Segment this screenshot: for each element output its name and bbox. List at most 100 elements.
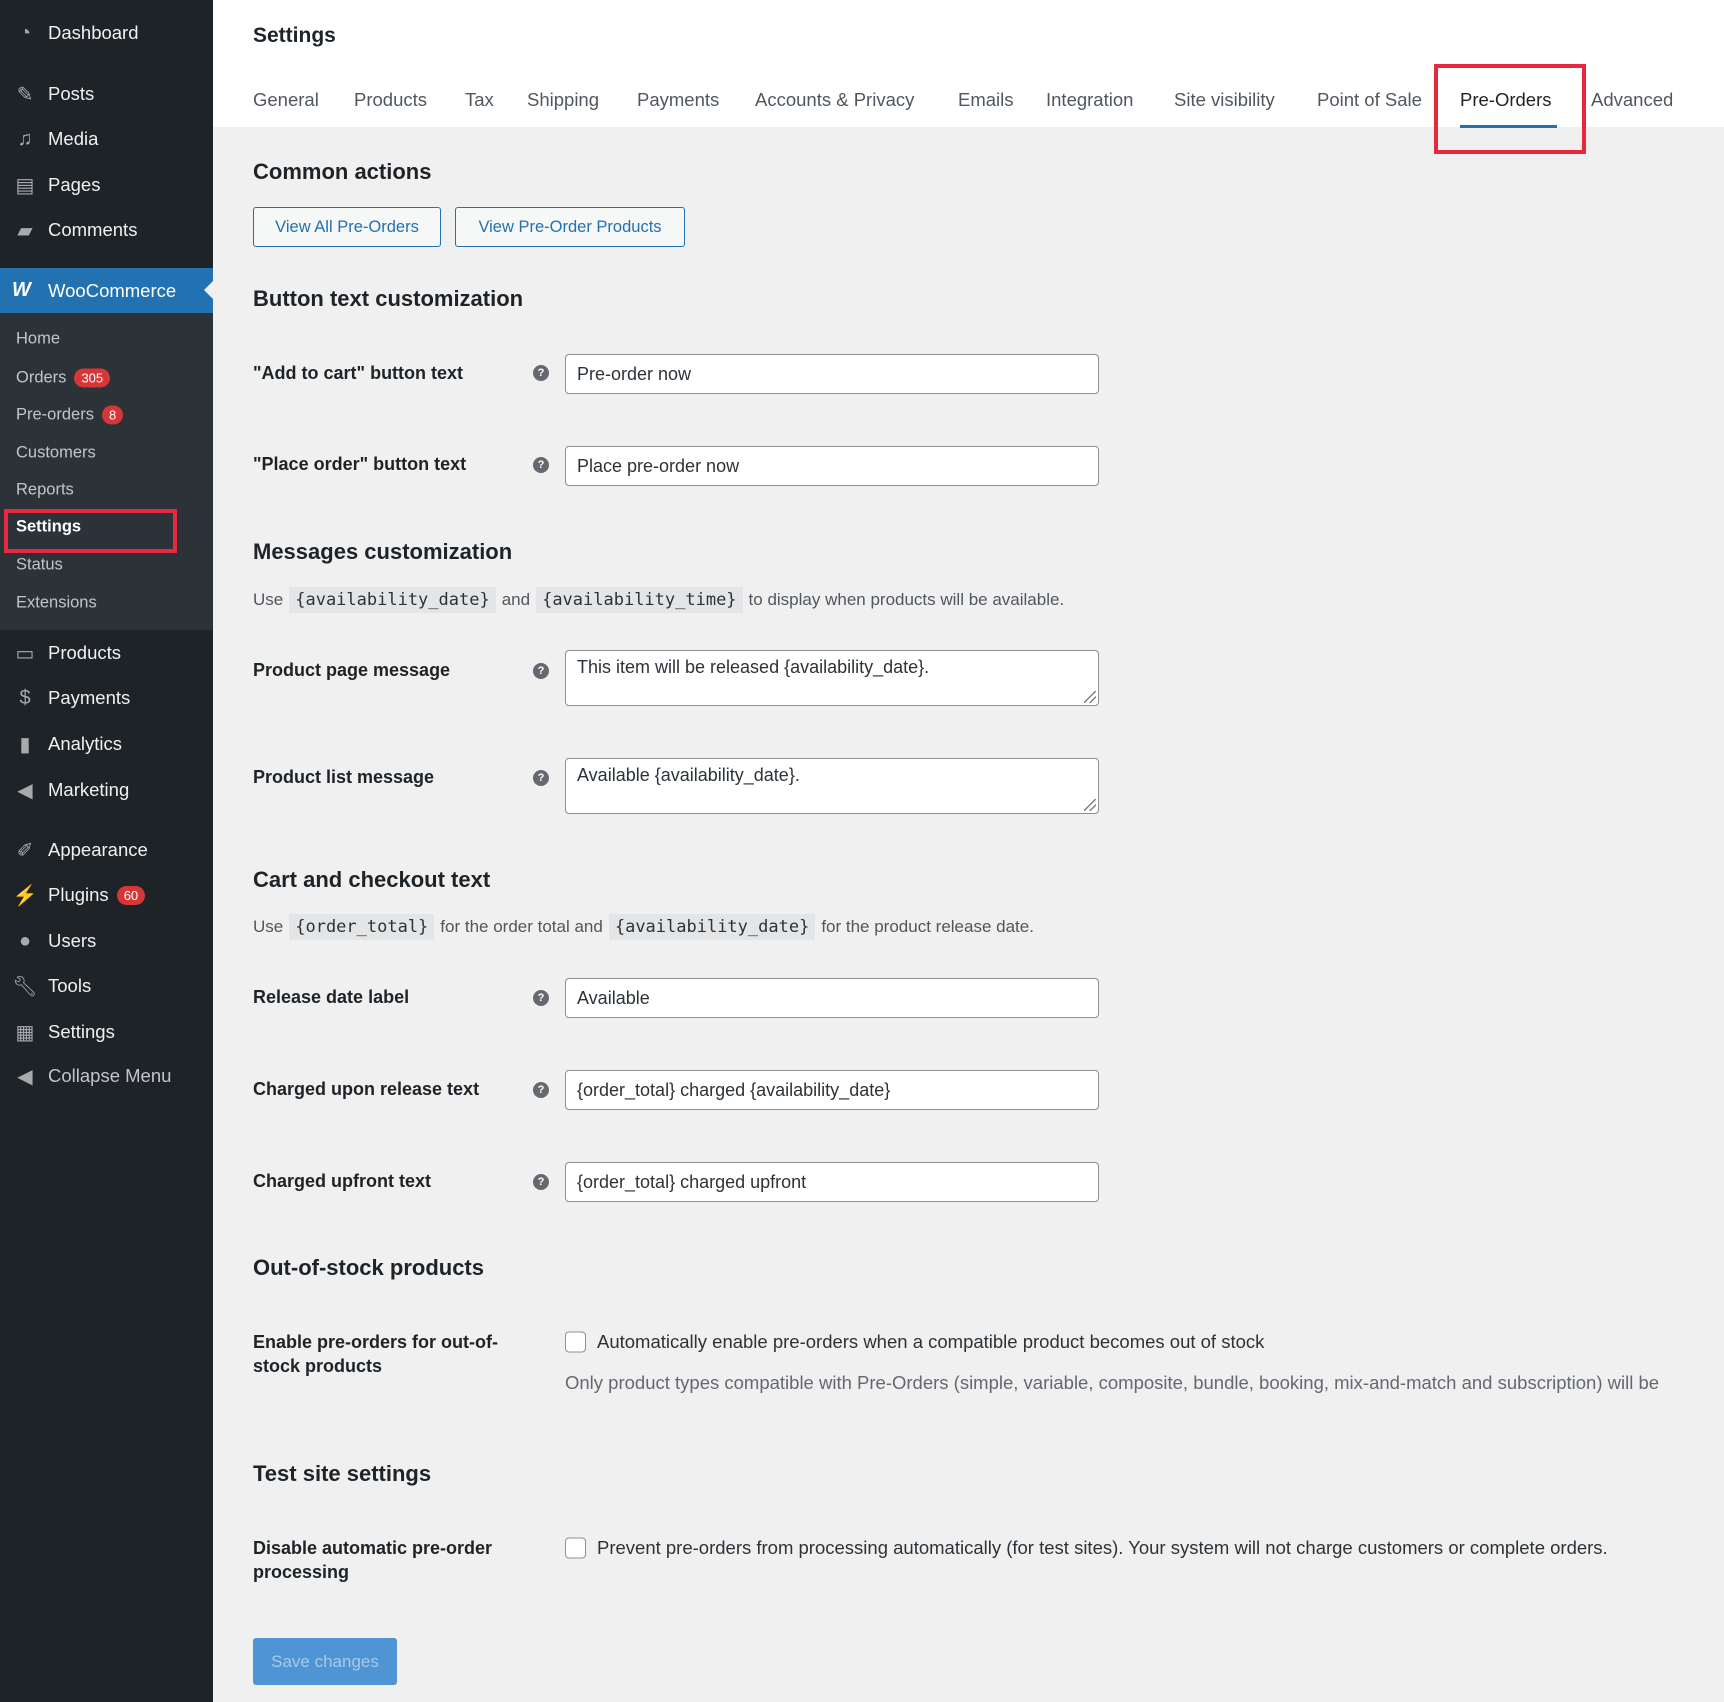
help-icon[interactable]: ? [533,365,549,381]
menu-tools[interactable]: 🔧︎ Tools [0,966,213,1006]
tab-advanced[interactable]: Advanced [1591,89,1673,111]
megaphone-icon: ◀ [17,779,33,802]
menu-posts[interactable]: ✎ Posts [0,74,213,114]
release-date-label: Release date label [253,987,410,1007]
menu-users[interactable]: ● Users [0,921,213,961]
help-icon[interactable]: ? [533,1082,549,1098]
label-line: Disable automatic pre-order [253,1538,493,1558]
submenu-label: Status [16,555,63,574]
plugin-icon: ⚡ [12,884,38,907]
tab-accounts-privacy[interactable]: Accounts & Privacy [755,89,914,111]
submenu-orders[interactable]: Orders 305 [16,368,111,388]
tab-shipping[interactable]: Shipping [527,89,599,111]
submenu-customers[interactable]: Customers [16,444,96,463]
menu-pages[interactable]: ▤ Pages [0,165,213,205]
charged-upon-release-input[interactable]: {order_total} charged {availability_date… [565,1070,1099,1110]
enable-out-of-stock-label: Enable pre-orders for out-of-stock produ… [253,1330,498,1378]
submenu-pre-orders[interactable]: Pre-orders 8 [16,405,124,425]
menu-label: Tools [48,975,92,996]
menu-label: Payments [48,687,131,708]
view-pre-order-products-button[interactable]: View Pre-Order Products [455,207,685,247]
submenu-status[interactable]: Status [16,556,63,575]
menu-appearance[interactable]: ✐ Appearance [0,830,213,870]
tab-site-visibility[interactable]: Site visibility [1174,89,1275,111]
place-order-text-input[interactable]: Place pre-order now [565,446,1099,486]
highlight-box [4,509,177,553]
tab-point-of-sale[interactable]: Point of Sale [1317,89,1422,111]
submenu-extensions[interactable]: Extensions [16,594,97,613]
submenu-label: Customers [16,443,96,462]
count-badge: 60 [116,885,146,905]
place-order-label: "Place order" button text [253,454,467,474]
help-icon[interactable]: ? [533,663,549,679]
label-line: Enable pre-orders for out-of- [253,1332,499,1352]
release-date-label-input[interactable]: Available [565,978,1099,1018]
tab-emails[interactable]: Emails [958,89,1014,111]
menu-dashboard[interactable]: ◔ Dashboard [0,13,213,53]
count-badge: 305 [74,368,111,388]
help-icon[interactable]: ? [533,770,549,786]
tab-payments[interactable]: Payments [637,89,719,111]
product-page-message-textarea[interactable]: This item will be released {availability… [565,650,1099,706]
tab-tax[interactable]: Tax [465,89,494,111]
submenu-label: Reports [16,480,74,499]
collapse-icon: ◀ [17,1065,33,1088]
charged-upon-release-label: Charged upon release text [253,1079,480,1099]
tab-products[interactable]: Products [354,89,427,111]
settings-icon: ▦ [15,1021,35,1044]
count-badge: 8 [101,405,124,425]
woocommerce-submenu: Home Orders 305 Pre-orders 8 Customers Rep… [0,313,213,630]
disable-processing-checkbox[interactable] [565,1537,586,1559]
text: Use [253,590,284,609]
menu-label: Dashboard [48,22,139,43]
menu-marketing[interactable]: ◀ Marketing [0,770,213,810]
menu-label: Products [48,642,122,663]
media-icon: ♫ [17,127,33,150]
cart-description: Use {order_total} for the order total and {… [253,914,1034,940]
save-changes-button[interactable]: Save changes [253,1638,397,1685]
menu-plugins[interactable]: ⚡ Plugins 60 [0,875,213,915]
user-icon: ● [18,929,32,952]
help-icon[interactable]: ? [533,990,549,1006]
menu-label: Analytics [48,733,123,754]
text: to display when products will be availab… [748,590,1065,609]
archive-icon: ▭ [15,642,35,665]
submenu-label: Home [16,329,61,348]
menu-label: Pages [48,174,101,195]
label-line: stock products [253,1356,383,1376]
charged-upfront-input[interactable]: {order_total} charged upfront [565,1162,1099,1202]
menu-analytics[interactable]: ▮ Analytics [0,724,213,764]
product-list-message-textarea[interactable]: Available {availability_date}. [565,758,1099,814]
comment-icon: ▰ [17,219,33,242]
tab-general[interactable]: General [253,89,319,111]
menu-comments[interactable]: ▰ Comments [0,210,213,250]
text: for the product release date. [821,917,1034,936]
label-line: processing [253,1562,350,1582]
add-to-cart-text-input[interactable]: Pre-order now [565,354,1099,394]
section-out-of-stock: Out-of-stock products [253,1255,484,1280]
tab-integration[interactable]: Integration [1046,89,1133,111]
submenu-label: Extensions [16,593,97,612]
pages-icon: ▤ [15,174,35,197]
menu-label: Media [48,128,99,149]
menu-woocommerce[interactable]: W WooCommerce [0,268,213,313]
menu-label: Appearance [48,839,148,860]
collapse-menu[interactable]: ◀ Collapse Menu [0,1056,213,1096]
highlight-box [1434,64,1586,154]
help-icon[interactable]: ? [533,457,549,473]
enable-out-of-stock-checkbox[interactable] [565,1331,586,1353]
menu-payments[interactable]: $ Payments [0,678,213,718]
menu-products[interactable]: ▭ Products [0,633,213,673]
submenu-home[interactable]: Home [16,330,60,349]
submenu-label: Orders [16,368,67,387]
messages-description: Use {availability_date} and {availability_t… [253,587,1064,613]
menu-label: Marketing [48,779,130,800]
menu-media[interactable]: ♫ Media [0,119,213,159]
section-button-text: Button text customization [253,286,524,311]
view-all-pre-orders-button[interactable]: View All Pre-Orders [253,207,441,247]
product-page-message-label: Product page message [253,660,451,680]
menu-settings[interactable]: ▦ Settings [0,1012,213,1052]
submenu-reports[interactable]: Reports [16,481,74,500]
help-icon[interactable]: ? [533,1174,549,1190]
text: and [501,590,531,609]
